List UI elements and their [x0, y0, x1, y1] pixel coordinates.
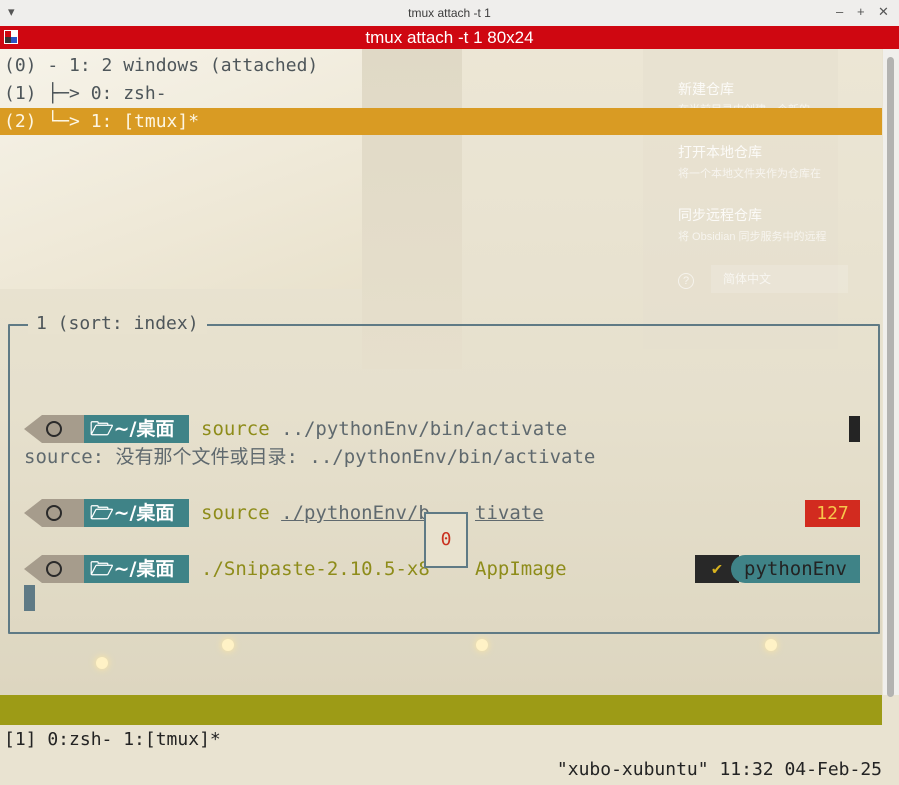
wallpaper-light [476, 639, 488, 651]
prompt-dir-segment: 🗁~/桌面 [84, 415, 189, 443]
command-keyword: source [201, 418, 270, 440]
command-text-tail: tivate [475, 499, 544, 527]
status-host-time: "xubo-xubuntu" 11:32 04-Feb-25 [556, 759, 882, 780]
background-dialog: 新建仓库 在当前目录中创建一个新的 打开本地仓库 将一个本地文件夹作为仓库在 同… [643, 49, 848, 349]
prompt-dir-segment: 🗁~/桌面 [84, 555, 189, 583]
bg-item-title: 同步远程仓库 [678, 207, 762, 223]
ubuntu-icon [46, 561, 62, 577]
tmux-status-bar: [1] 0:zsh- 1:[tmux]* "xubo-xubuntu" 11:3… [0, 695, 882, 780]
window-titlebar: ▾ tmux attach -t 1 – + ✕ [0, 0, 899, 27]
venv-name: pythonEnv [731, 555, 860, 583]
block-cursor [849, 416, 860, 442]
wallpaper-light [96, 657, 108, 669]
language-select: 简体中文 [711, 265, 848, 293]
prompt-dir-segment: 🗁~/桌面 [84, 499, 189, 527]
pane-title: 1 (sort: index) [28, 313, 207, 334]
folder-icon: 🗁 [90, 418, 114, 440]
preview-pane: 1 (sort: index) [8, 313, 880, 634]
command-text-tail: AppImage [475, 558, 567, 580]
folder-icon: 🗁 [90, 502, 114, 524]
prompt-dir: ~/桌面 [113, 502, 175, 524]
bg-item-title: 新建仓库 [678, 81, 734, 97]
command-arg: ./pythonEnv/b [281, 502, 430, 524]
terminal-header: tmux attach -t 1 80x24 [0, 26, 899, 49]
bg-item-title: 打开本地仓库 [678, 144, 762, 160]
ubuntu-icon [46, 421, 62, 437]
close-button[interactable]: ✕ [878, 4, 889, 20]
folder-icon: 🗁 [90, 558, 114, 580]
maximize-button[interactable]: + [857, 4, 865, 19]
minimize-button[interactable]: – [836, 4, 843, 19]
tree-row-selected[interactable]: (2) └─> 1: [tmux]* [4, 110, 199, 134]
tree-row[interactable]: (1) ├─> 0: zsh- [4, 82, 167, 106]
prompt-dir: ~/桌面 [113, 418, 175, 440]
terminal-title: tmux attach -t 1 80x24 [365, 28, 534, 47]
command-arg: ../pythonEnv/bin/activate [281, 418, 568, 440]
status-windows[interactable]: [1] 0:zsh- 1:[tmux]* [4, 725, 221, 755]
bg-item-desc: 将 Obsidian 同步服务中的远程 [678, 231, 827, 243]
command-keyword: source [201, 502, 270, 524]
tree-row[interactable]: (0) - 1: 2 windows (attached) [4, 54, 318, 78]
venv-segment: ✔ pythonEnv [695, 555, 860, 583]
input-cursor [24, 585, 35, 611]
command-text: source ./pythonEnv/b [201, 499, 430, 527]
prompt-dir: ~/桌面 [113, 558, 175, 580]
scrollbar-thumb[interactable] [887, 57, 894, 697]
pane-number-popup: 0 [424, 512, 468, 568]
error-line: source: 没有那个文件或目录: ../pythonEnv/bin/acti… [24, 446, 596, 468]
wallpaper-light [765, 639, 777, 651]
window-title: tmux attach -t 1 [408, 6, 491, 20]
wallpaper-light [222, 639, 234, 651]
background-wallpaper-shadow [362, 49, 462, 369]
exit-code-badge: 127 [805, 500, 860, 527]
command-arg: tivate [475, 502, 544, 524]
ubuntu-icon [46, 505, 62, 521]
help-icon: ? [678, 273, 694, 289]
bg-item-desc: 将一个本地文件夹作为仓库在 [678, 168, 821, 180]
command-text: ./Snipaste-2.10.5-x8 [201, 558, 430, 580]
scrollbar[interactable] [883, 49, 899, 697]
command-text: source ../pythonEnv/bin/activate [201, 415, 567, 443]
